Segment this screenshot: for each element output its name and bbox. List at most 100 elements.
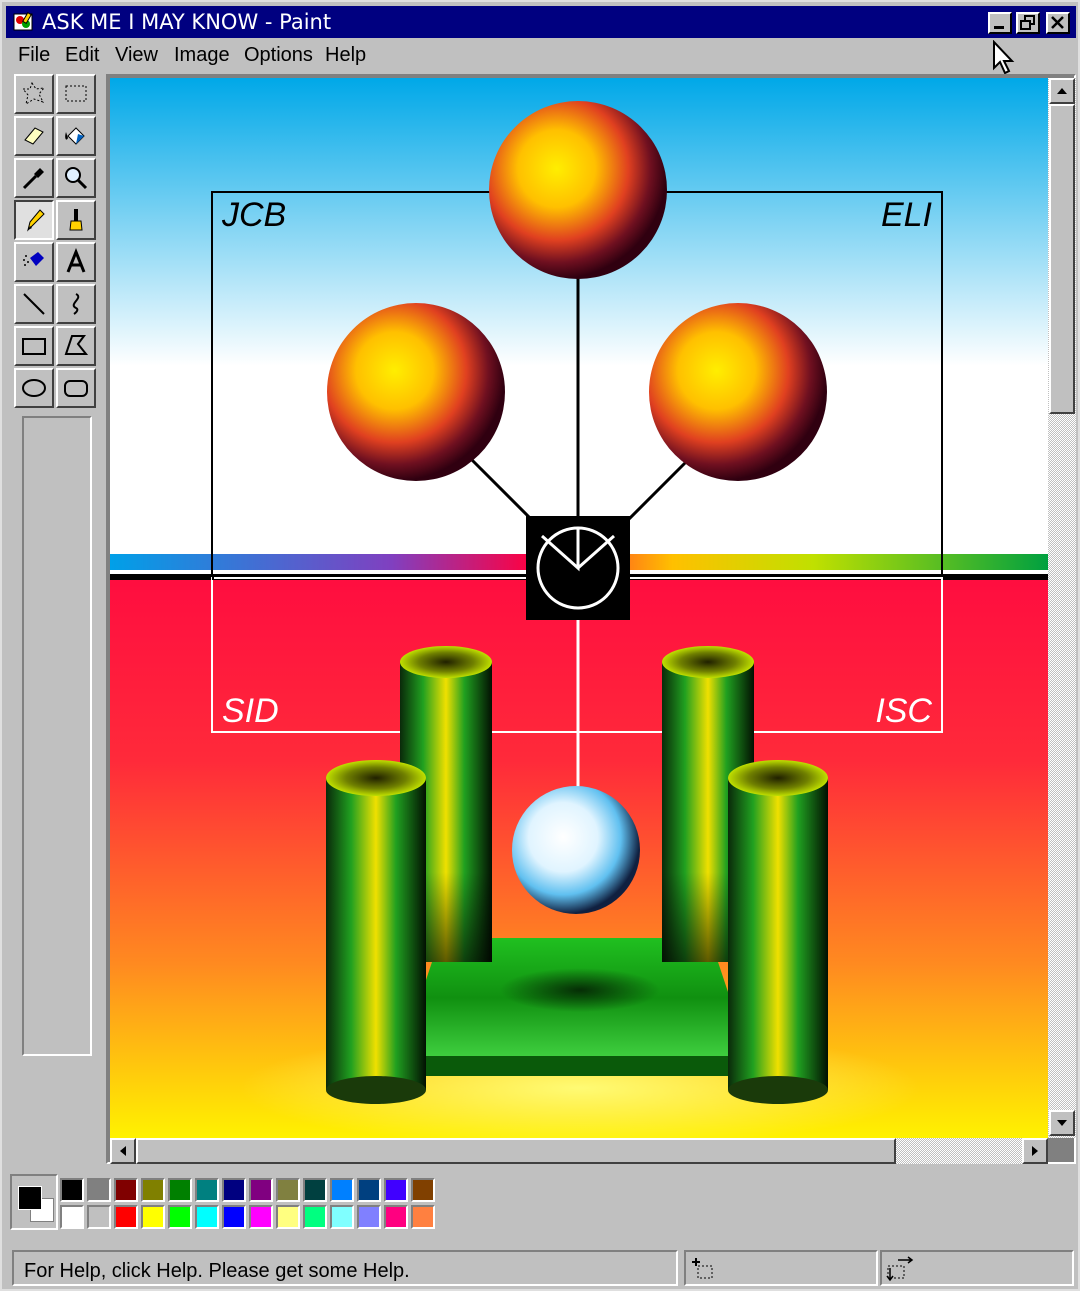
palette-swatch[interactable] <box>87 1178 111 1202</box>
close-button[interactable] <box>1046 12 1070 34</box>
selection-size-icon <box>886 1256 914 1282</box>
palette-swatch[interactable] <box>357 1205 381 1229</box>
status-bar-size <box>880 1250 1074 1286</box>
palette-swatch[interactable] <box>141 1178 165 1202</box>
label-sid: SID <box>222 692 279 730</box>
palette-swatch[interactable] <box>60 1205 84 1229</box>
menu-image[interactable]: Image <box>174 44 230 67</box>
text-icon <box>66 248 86 273</box>
tool-polygon[interactable] <box>56 326 96 366</box>
tool-eraser[interactable] <box>14 116 54 156</box>
tool-rectangle[interactable] <box>14 326 54 366</box>
magnifier-icon <box>65 167 88 190</box>
pencil-icon <box>27 209 45 232</box>
vertical-scrollbar[interactable] <box>1048 78 1076 1138</box>
palette-swatch[interactable] <box>276 1205 300 1229</box>
tool-color-picker[interactable] <box>14 158 54 198</box>
palette-swatch[interactable] <box>222 1205 246 1229</box>
tool-options-box[interactable] <box>22 416 92 1056</box>
restore-icon <box>1020 15 1035 30</box>
rectangle-icon <box>22 338 46 355</box>
polygon-icon <box>64 335 89 355</box>
tool-text[interactable] <box>56 242 96 282</box>
orb-left <box>327 303 505 481</box>
tool-ellipse[interactable] <box>14 368 54 408</box>
palette-swatch[interactable] <box>60 1178 84 1202</box>
label-eli: ELI <box>881 196 933 234</box>
label-isc: ISC <box>875 692 932 730</box>
status-help-text: For Help, click Help. Please get some He… <box>24 1260 410 1282</box>
menu-edit[interactable]: Edit <box>65 44 99 67</box>
palette-swatch[interactable] <box>303 1205 327 1229</box>
arrow-left-icon <box>120 1146 126 1156</box>
toolbox <box>14 74 102 410</box>
tool-magnifier[interactable] <box>56 158 96 198</box>
drawing-canvas[interactable]: JCB ELI SID ISC <box>110 78 1048 1138</box>
restore-button[interactable] <box>1016 12 1040 34</box>
palette-swatch[interactable] <box>168 1178 192 1202</box>
paint-window: ASK ME I MAY KNOW - Paint File Edit View… <box>0 0 1080 1291</box>
minimize-icon <box>994 26 1004 29</box>
palette-swatch[interactable] <box>411 1205 435 1229</box>
fill-bucket-icon <box>65 127 85 145</box>
curve-icon <box>72 293 80 315</box>
tool-fill[interactable] <box>56 116 96 156</box>
tool-line[interactable] <box>14 284 54 324</box>
scroll-right-button[interactable] <box>1022 1138 1048 1164</box>
palette-swatch[interactable] <box>114 1205 138 1229</box>
palette-swatch[interactable] <box>249 1178 273 1202</box>
tool-curve[interactable] <box>56 284 96 324</box>
menu-file[interactable]: File <box>18 44 50 67</box>
minimize-button[interactable] <box>988 12 1012 34</box>
tool-airbrush[interactable] <box>14 242 54 282</box>
rounded-rect-icon <box>64 380 88 397</box>
horizontal-scroll-thumb[interactable] <box>136 1138 896 1164</box>
palette-swatch[interactable] <box>357 1178 381 1202</box>
title-bar[interactable]: ASK ME I MAY KNOW - Paint <box>6 6 1076 38</box>
scroll-down-button[interactable] <box>1049 1110 1075 1136</box>
arrow-up-icon <box>1057 88 1067 94</box>
tool-free-select[interactable] <box>14 74 54 114</box>
palette-swatch[interactable] <box>330 1178 354 1202</box>
color-box <box>10 1174 450 1234</box>
palette-swatch[interactable] <box>276 1178 300 1202</box>
palette-swatch[interactable] <box>384 1178 408 1202</box>
airbrush-icon <box>23 252 44 266</box>
scroll-left-button[interactable] <box>110 1138 136 1164</box>
menu-help[interactable]: Help <box>325 44 366 67</box>
palette-swatch[interactable] <box>168 1205 192 1229</box>
palette-swatch[interactable] <box>222 1178 246 1202</box>
arrow-down-icon <box>1057 1120 1067 1126</box>
palette-swatch[interactable] <box>141 1205 165 1229</box>
menu-bar: File Edit View Image Options Help <box>6 40 1076 72</box>
current-colors[interactable] <box>10 1174 58 1230</box>
free-select-icon <box>21 81 46 106</box>
palette-swatch[interactable] <box>195 1178 219 1202</box>
palette-swatch[interactable] <box>87 1205 111 1229</box>
rect-select-icon <box>65 85 87 102</box>
palette-swatch[interactable] <box>249 1205 273 1229</box>
palette-swatch[interactable] <box>195 1205 219 1229</box>
window-title: ASK ME I MAY KNOW - Paint <box>42 10 332 34</box>
orb-top <box>489 101 667 279</box>
ellipse-icon <box>22 379 46 397</box>
horizontal-scrollbar[interactable] <box>110 1138 1048 1164</box>
orb-shadow <box>500 968 660 1012</box>
palette-swatch[interactable] <box>411 1178 435 1202</box>
palette-swatch[interactable] <box>384 1205 408 1229</box>
tool-rounded-rect[interactable] <box>56 368 96 408</box>
palette-swatch[interactable] <box>114 1178 138 1202</box>
scroll-up-button[interactable] <box>1049 78 1075 104</box>
tool-pencil[interactable] <box>14 200 54 240</box>
close-icon <box>1051 16 1064 29</box>
tool-brush[interactable] <box>56 200 96 240</box>
paint-app-icon <box>13 11 33 31</box>
foreground-color-swatch[interactable] <box>18 1186 42 1210</box>
palette-swatch[interactable] <box>330 1205 354 1229</box>
menu-options[interactable]: Options <box>244 44 313 67</box>
vertical-scroll-thumb[interactable] <box>1049 104 1075 414</box>
menu-view[interactable]: View <box>115 44 158 67</box>
palette-swatch[interactable] <box>303 1178 327 1202</box>
cylinder-front-right <box>728 760 828 1104</box>
tool-rect-select[interactable] <box>56 74 96 114</box>
